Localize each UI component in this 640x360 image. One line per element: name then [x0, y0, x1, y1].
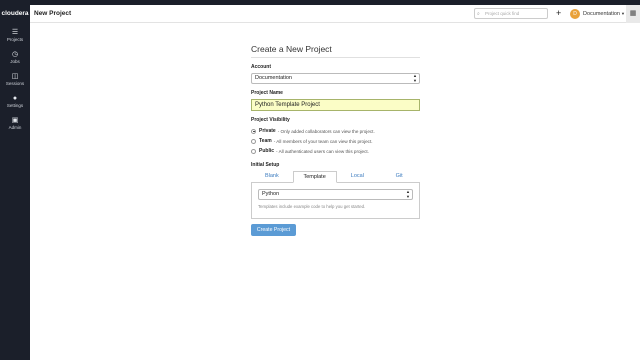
sidebar: ☰ Projects ◷ Jobs ◫ Sessions ● Settings …	[0, 23, 30, 360]
page-title: New Project	[34, 10, 72, 17]
new-project-form: Create a New Project Account Documentati…	[251, 44, 420, 236]
settings-icon: ●	[12, 95, 18, 102]
template-hint: Templates include example code to help y…	[258, 204, 366, 209]
search-icon: ⌕	[477, 11, 480, 17]
template-select[interactable]: Python ▲ ▼	[258, 189, 413, 200]
sidebar-item-label: Jobs	[10, 59, 20, 64]
visibility-label: Project Visibility	[251, 117, 290, 123]
radio-title: Public	[259, 148, 275, 154]
visibility-team-radio[interactable]: Team - All members of your team can view…	[251, 136, 420, 146]
radio-icon	[251, 138, 256, 144]
initial-setup-label: Initial Setup	[251, 162, 280, 168]
account-value: Documentation	[255, 75, 292, 81]
projects-icon: ☰	[11, 29, 19, 36]
sidebar-item-settings[interactable]: ● Settings	[0, 89, 30, 111]
user-name: Documentation	[583, 10, 620, 17]
search-placeholder: Project quick find	[485, 11, 520, 16]
form-title: Create a New Project	[251, 44, 420, 58]
tab-local[interactable]: Local	[337, 171, 379, 182]
tab-template[interactable]: Template	[292, 171, 337, 183]
template-panel: Python ▲ ▼ Templates include example code…	[251, 183, 420, 219]
sidebar-item-sessions[interactable]: ◫ Sessions	[0, 67, 30, 89]
header-bar: cloudera New Project ⌕ Project quick fin…	[0, 5, 640, 23]
sessions-icon: ◫	[11, 73, 19, 80]
account-label: Account	[251, 64, 271, 70]
create-project-button[interactable]: Create Project	[251, 224, 296, 236]
select-arrows-icon: ▲ ▼	[413, 73, 417, 83]
visibility-private-radio[interactable]: Private - Only added collaborators can v…	[251, 126, 420, 136]
visibility-public-radio[interactable]: Public - All authenticated users can vie…	[251, 146, 420, 156]
avatar: D	[570, 8, 580, 19]
user-menu[interactable]: D Documentation ▼	[570, 8, 625, 19]
radio-description: - Only added collaborators can view the …	[277, 128, 375, 134]
sidebar-item-label: Sessions	[5, 81, 25, 86]
chevron-down-icon: ▼	[621, 11, 625, 16]
project-name-label: Project Name	[251, 90, 283, 96]
radio-icon	[251, 148, 256, 154]
sidebar-item-projects[interactable]: ☰ Projects	[0, 23, 30, 45]
project-name-input[interactable]: Python Template Project	[251, 99, 420, 111]
sidebar-item-label: Admin	[8, 125, 22, 130]
tab-git[interactable]: Git	[378, 171, 420, 182]
radio-description: - All members of your team can view this…	[273, 138, 373, 144]
select-arrows-icon: ▲ ▼	[406, 189, 410, 199]
admin-icon: ▣	[11, 117, 19, 124]
project-quick-find-input[interactable]: ⌕ Project quick find	[474, 8, 548, 19]
template-value: Python	[262, 191, 280, 197]
tab-blank[interactable]: Blank	[251, 171, 293, 182]
radio-icon	[251, 128, 256, 134]
jobs-icon: ◷	[11, 51, 19, 58]
account-select[interactable]: Documentation ▲ ▼	[251, 73, 420, 84]
sidebar-item-label: Settings	[6, 103, 24, 108]
add-icon[interactable]: +	[556, 5, 561, 22]
radio-description: - All authenticated users can view this …	[276, 148, 369, 154]
setup-tabs: Blank Template Local Git	[251, 171, 420, 183]
brand-logo[interactable]: cloudera	[0, 5, 30, 23]
apps-grid-icon[interactable]: ▦	[626, 5, 640, 23]
sidebar-item-label: Projects	[6, 37, 24, 42]
sidebar-item-jobs[interactable]: ◷ Jobs	[0, 45, 30, 67]
sidebar-item-admin[interactable]: ▣ Admin	[0, 111, 30, 133]
radio-title: Team	[259, 138, 272, 144]
radio-title: Private	[259, 128, 276, 134]
